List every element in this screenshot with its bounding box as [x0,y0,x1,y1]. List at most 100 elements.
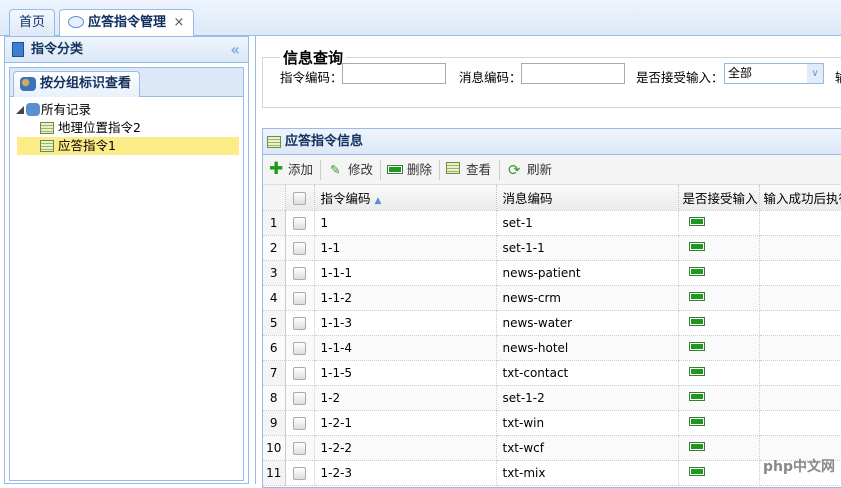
row-number: 5 [263,310,285,335]
table-icon [40,140,54,152]
command-code-cell: 1-1 [314,235,496,260]
table-row[interactable]: 8 1-2 set-1-2 [263,385,841,410]
message-code-cell: news-hotel [496,335,678,360]
users-icon [26,103,40,116]
truncated-label: 输 [835,67,841,86]
tree-label: 应答指令1 [58,138,116,153]
accept-input-true-icon [689,342,705,351]
row-number: 8 [263,385,285,410]
after-success-cell [759,260,841,285]
row-checkbox[interactable] [293,292,306,305]
button-label: 删除 [407,162,432,177]
table-row[interactable]: 1 1 set-1 [263,210,841,235]
message-code-cell: set-1-2 [496,385,678,410]
after-success-cell [759,410,841,435]
message-code-input[interactable] [521,63,625,84]
table-row[interactable]: 3 1-1-1 news-patient [263,260,841,285]
row-number: 1 [263,210,285,235]
row-checkbox[interactable] [293,392,306,405]
speech-bubble-icon [68,16,84,28]
row-number: 7 [263,360,285,385]
message-code-cell: txt-win [496,410,678,435]
button-label: 刷新 [527,162,552,177]
row-number: 4 [263,285,285,310]
after-success-cell [759,235,841,260]
query-legend: 信息查询 [280,47,346,68]
tree-node-selected[interactable]: 应答指令1 [17,137,239,155]
command-code-input[interactable] [342,63,446,84]
add-button[interactable]: ✚添加 [267,160,313,180]
row-number: 2 [263,235,285,260]
tab-label: 按分组标识查看 [40,76,131,91]
command-code-cell: 1-1-4 [314,335,496,360]
view-button[interactable]: 查看 [445,160,491,180]
plus-icon: ✚ [269,161,283,178]
message-code-cell: set-1-1 [496,235,678,260]
table-row[interactable]: 5 1-1-3 news-water [263,310,841,335]
command-code-cell: 1-2-1 [314,410,496,435]
row-number: 10 [263,435,285,460]
delete-button[interactable]: 删除 [386,160,432,180]
after-success-cell [759,335,841,360]
tree-label: 所有记录 [41,102,91,117]
row-checkbox[interactable] [293,417,306,430]
after-success-cell [759,210,841,235]
table-icon [267,136,281,148]
column-header-accept-input[interactable]: 是否接受输入 [678,185,759,210]
row-checkbox[interactable] [293,367,306,380]
accept-input-true-icon [689,242,705,251]
row-checkbox[interactable] [293,267,306,280]
select-value: 全部 [728,66,752,80]
table-row[interactable]: 2 1-1 set-1-1 [263,235,841,260]
collapse-icon[interactable]: « [230,37,240,63]
column-header-command-code[interactable]: 指令编码 ▲ [314,185,496,210]
table-icon [40,122,54,134]
tab-home[interactable]: 首页 [9,9,55,36]
refresh-icon: ⟳ [508,160,521,180]
command-code-cell: 1-1-5 [314,360,496,385]
tab-bar: 首页 应答指令管理 × [0,0,841,36]
refresh-button[interactable]: ⟳ 刷新 [506,160,552,180]
column-header-message-code[interactable]: 消息编码 [496,185,678,210]
message-code-cell: txt-mix [496,460,678,485]
tab-label: 首页 [19,15,45,30]
table-row[interactable]: 4 1-1-2 news-crm [263,285,841,310]
command-code-cell: 1-2-2 [314,435,496,460]
after-success-cell [759,285,841,310]
tree-node[interactable]: 地理位置指令2 [10,119,243,137]
row-checkbox[interactable] [293,217,306,230]
table-row[interactable]: 6 1-1-4 news-hotel [263,335,841,360]
row-checkbox[interactable] [293,442,306,455]
button-label: 查看 [466,162,491,177]
tab-group-view[interactable]: 按分组标识查看 [13,71,140,97]
accept-input-true-icon [689,417,705,426]
header-row: 指令编码 ▲ 消息编码 是否接受输入 输入成功后执行 [263,185,841,210]
table-row[interactable]: 9 1-2-1 txt-win [263,410,841,435]
row-checkbox[interactable] [293,342,306,355]
row-number: 3 [263,260,285,285]
row-checkbox[interactable] [293,317,306,330]
data-table: 指令编码 ▲ 消息编码 是否接受输入 输入成功后执行 1 1 set-1 2 1… [263,185,841,486]
after-success-cell [759,360,841,385]
select-all-checkbox[interactable] [293,192,306,205]
tab-response-commands[interactable]: 应答指令管理 × [59,9,194,37]
book-icon [12,42,24,57]
table-row[interactable]: 7 1-1-5 txt-contact [263,360,841,385]
close-icon[interactable]: × [174,15,185,30]
command-code-cell: 1-2-3 [314,460,496,485]
edit-button[interactable]: ✎修改 [327,160,373,180]
accept-input-true-icon [689,267,705,276]
tree-node-all[interactable]: 所有记录 [10,101,243,119]
row-checkbox[interactable] [293,242,306,255]
accept-input-true-icon [689,392,705,401]
row-checkbox[interactable] [293,467,306,480]
column-header-after-success[interactable]: 输入成功后执行 [759,185,841,210]
tab-label: 应答指令管理 [88,15,166,30]
table-row[interactable]: 10 1-2-2 txt-wcf [263,435,841,460]
table-row[interactable]: 11 1-2-3 txt-mix [263,460,841,485]
message-code-cell: set-1 [496,210,678,235]
accept-input-select[interactable]: 全部 ∨ [724,63,824,84]
accept-input-true-icon [689,367,705,376]
table-icon [446,162,460,174]
accept-input-true-icon [689,292,705,301]
